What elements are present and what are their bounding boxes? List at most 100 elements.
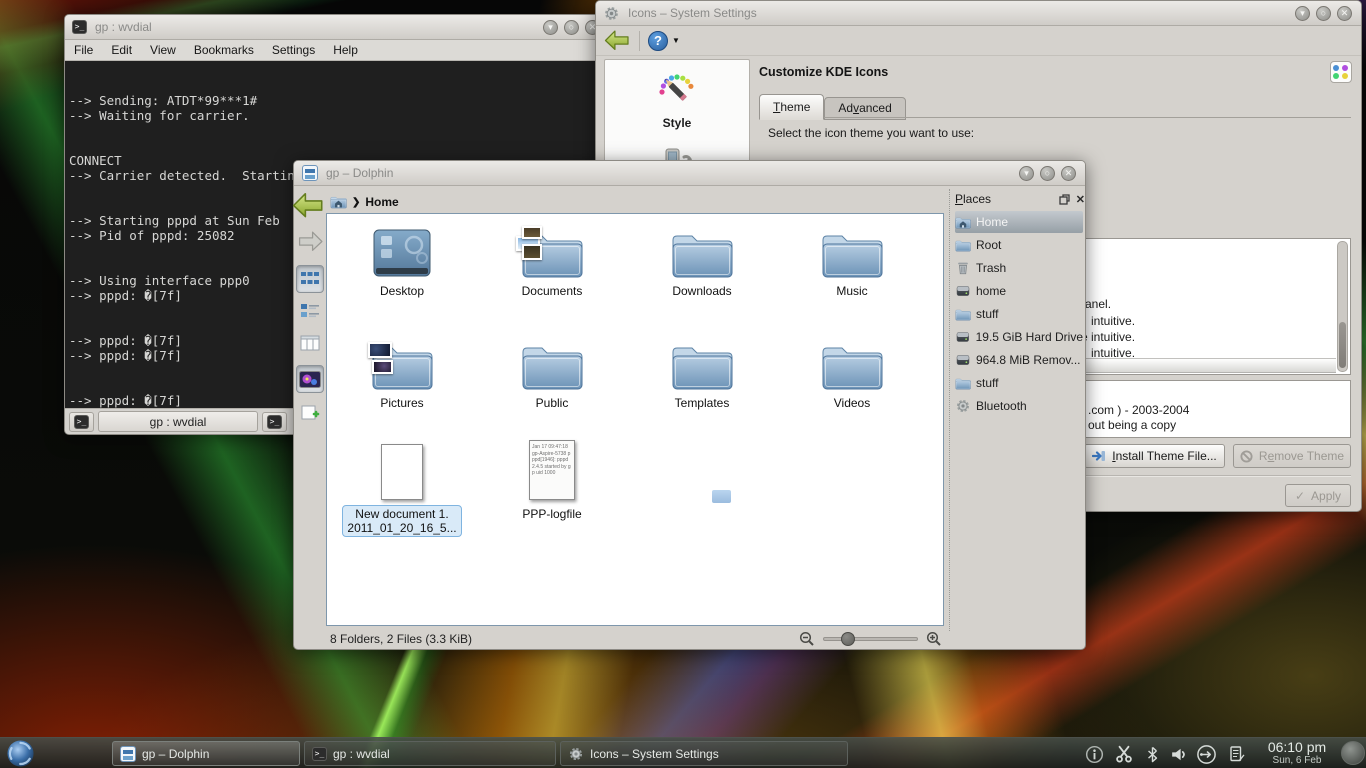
details-view-button[interactable] bbox=[296, 297, 324, 325]
terminal-tab[interactable]: gp : wvdial bbox=[98, 411, 258, 432]
minimize-button[interactable]: ▾ bbox=[1295, 6, 1310, 21]
folder-item-videos[interactable]: Videos bbox=[782, 334, 922, 410]
sidebar-item-style[interactable]: Style bbox=[605, 60, 749, 130]
settings-titlebar[interactable]: Icons – System Settings ▾ ○ ✕ bbox=[596, 1, 1361, 26]
maximize-button[interactable]: ○ bbox=[1040, 166, 1055, 181]
desktop-icon bbox=[370, 228, 434, 280]
place-hard-drive[interactable]: 19.5 GiB Hard Drive bbox=[955, 326, 1083, 348]
folder-icon bbox=[670, 228, 734, 280]
float-panel-icon[interactable] bbox=[1059, 194, 1070, 205]
folder-item-documents[interactable]: Documents bbox=[482, 222, 622, 298]
install-theme-button[interactable]: Install Theme File... bbox=[1084, 444, 1225, 468]
folder-view[interactable]: Desktop Documents Downloads Music bbox=[326, 213, 944, 626]
place-bluetooth[interactable]: Bluetooth bbox=[955, 395, 1083, 417]
clock-date: Sun, 6 Feb bbox=[1256, 755, 1338, 766]
folder-item-music[interactable]: Music bbox=[782, 222, 922, 298]
dot-purple bbox=[1342, 65, 1348, 71]
folder-item-public[interactable]: Public bbox=[482, 334, 622, 410]
kde-launcher-icon[interactable] bbox=[6, 739, 35, 768]
dolphin-titlebar[interactable]: gp – Dolphin ▾ ○ ✕ bbox=[294, 161, 1085, 186]
columns-view-button[interactable] bbox=[296, 329, 324, 357]
place-stuff-2[interactable]: stuff bbox=[955, 372, 1083, 394]
place-home[interactable]: Home bbox=[955, 211, 1083, 233]
terminal-tab-label: gp : wvdial bbox=[150, 415, 207, 429]
task-system-settings[interactable]: Icons – System Settings bbox=[560, 741, 848, 766]
maximize-button[interactable]: ○ bbox=[1316, 6, 1331, 21]
tab-list-button[interactable]: >_ bbox=[262, 412, 287, 432]
konsole-icon: >_ bbox=[72, 20, 87, 34]
overview-button[interactable] bbox=[1330, 61, 1352, 83]
terminal-titlebar[interactable]: >_ gp : wvdial ▾ ○ ✕ bbox=[65, 15, 609, 40]
place-home-partition[interactable]: home bbox=[955, 280, 1083, 302]
apply-button[interactable]: ✓ Apply bbox=[1285, 484, 1351, 507]
minimize-button[interactable]: ▾ bbox=[1019, 166, 1034, 181]
zoom-out-icon[interactable] bbox=[799, 631, 815, 647]
close-button[interactable]: ✕ bbox=[1337, 6, 1352, 21]
folder-icon bbox=[520, 340, 584, 392]
scrollbar-thumb[interactable] bbox=[1339, 322, 1346, 368]
klipper-scissors-icon[interactable] bbox=[1112, 742, 1136, 766]
place-stuff[interactable]: stuff bbox=[955, 303, 1083, 325]
removable-drive-icon bbox=[955, 352, 971, 368]
forward-icon[interactable] bbox=[296, 227, 324, 255]
volume-icon[interactable] bbox=[1166, 742, 1190, 766]
menu-settings[interactable]: Settings bbox=[263, 43, 324, 57]
folder-item-downloads[interactable]: Downloads bbox=[632, 222, 772, 298]
notes-icon[interactable] bbox=[1224, 742, 1248, 766]
menu-edit[interactable]: Edit bbox=[102, 43, 141, 57]
file-item-ppp-logfile[interactable]: Jan 17 09:47:18 gp-Aspire-5738 pppd[1946… bbox=[482, 436, 622, 521]
icon-theme-label: Select the icon theme you want to use: bbox=[768, 126, 974, 140]
usb-device-icon[interactable] bbox=[1194, 742, 1218, 766]
place-removable[interactable]: 964.8 MiB Remov... bbox=[955, 349, 1083, 371]
menu-view[interactable]: View bbox=[141, 43, 185, 57]
hard-drive-icon bbox=[955, 329, 971, 345]
clock[interactable]: 06:10 pm Sun, 6 Feb bbox=[1256, 739, 1338, 766]
help-icon[interactable]: ? bbox=[648, 31, 668, 51]
back-icon[interactable] bbox=[291, 191, 325, 220]
zoom-in-icon[interactable] bbox=[926, 631, 942, 647]
info-icon[interactable] bbox=[1082, 742, 1106, 766]
place-trash[interactable]: Trash bbox=[955, 257, 1083, 279]
close-panel-icon[interactable]: ✕ bbox=[1076, 193, 1085, 206]
terminal-icon: >_ bbox=[312, 747, 327, 761]
tab-theme[interactable]: Theme bbox=[759, 94, 824, 120]
close-button[interactable]: ✕ bbox=[1061, 166, 1076, 181]
new-tab-button[interactable]: >_ bbox=[69, 412, 94, 432]
split-view-button[interactable] bbox=[296, 401, 324, 427]
icons-view-button[interactable] bbox=[296, 265, 324, 293]
folder-icon bbox=[955, 239, 971, 252]
menu-bookmarks[interactable]: Bookmarks bbox=[185, 43, 263, 57]
folder-item-desktop[interactable]: Desktop bbox=[332, 222, 472, 298]
list-scrollbar[interactable] bbox=[1337, 241, 1348, 372]
file-item-new-document[interactable]: New document 1. 2011_01_20_16_5... bbox=[332, 436, 472, 537]
folder-item-templates[interactable]: Templates bbox=[632, 334, 772, 410]
maximize-button[interactable]: ○ bbox=[564, 20, 579, 35]
task-dolphin[interactable]: gp – Dolphin bbox=[112, 741, 300, 766]
check-icon: ✓ bbox=[1295, 489, 1305, 503]
clock-time: 06:10 pm bbox=[1256, 739, 1338, 755]
back-icon[interactable] bbox=[603, 29, 631, 52]
details-view-icon bbox=[300, 302, 320, 320]
remove-theme-button[interactable]: Remove Theme bbox=[1233, 444, 1351, 468]
bluetooth-gear-icon bbox=[955, 398, 971, 414]
menu-file[interactable]: File bbox=[65, 43, 102, 57]
dot-green bbox=[1333, 73, 1339, 79]
chevron-down-icon[interactable]: ▼ bbox=[672, 36, 680, 45]
zoom-slider-handle[interactable] bbox=[841, 632, 855, 646]
columns-view-icon bbox=[300, 334, 320, 352]
preview-toggle-button[interactable] bbox=[296, 365, 324, 393]
split-view-icon bbox=[301, 405, 320, 424]
folder-item-pictures[interactable]: Pictures bbox=[332, 334, 472, 410]
zoom-slider[interactable] bbox=[823, 637, 918, 641]
photo-thumbnail bbox=[368, 342, 392, 358]
place-root[interactable]: Root bbox=[955, 234, 1083, 256]
panel-toolbox-cashew[interactable] bbox=[1341, 741, 1365, 765]
bluetooth-icon[interactable] bbox=[1140, 742, 1164, 766]
menu-help[interactable]: Help bbox=[324, 43, 367, 57]
breadcrumb-home[interactable]: Home bbox=[365, 195, 398, 209]
text-file-icon: Jan 17 09:47:18 gp-Aspire-5738 pppd[1946… bbox=[529, 440, 575, 500]
style-icon bbox=[656, 67, 698, 109]
task-wvdial[interactable]: >_ gp : wvdial bbox=[304, 741, 556, 766]
minimize-button[interactable]: ▾ bbox=[543, 20, 558, 35]
home-folder-icon[interactable] bbox=[330, 195, 347, 209]
